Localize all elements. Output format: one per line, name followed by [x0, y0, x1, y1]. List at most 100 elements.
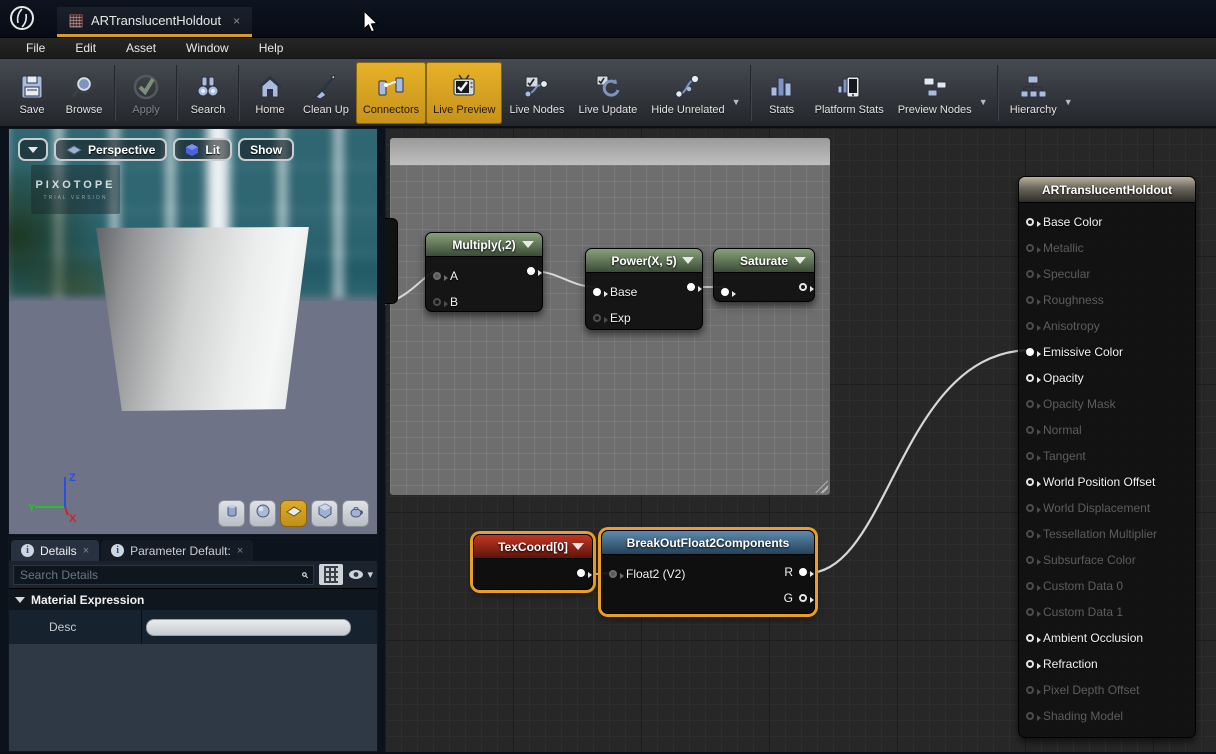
- node-multiply-header[interactable]: Multiply(,2): [426, 233, 542, 257]
- menu-help[interactable]: Help: [245, 39, 298, 57]
- input-pin[interactable]: [1026, 686, 1034, 694]
- input-pin[interactable]: [1026, 374, 1034, 382]
- node-texcoord[interactable]: TexCoord[0]: [473, 534, 593, 590]
- input-pin[interactable]: [1026, 452, 1034, 460]
- asset-tab[interactable]: ARTranslucentHoldout ×: [57, 7, 252, 37]
- node-saturate[interactable]: Saturate: [713, 248, 815, 302]
- input-pin[interactable]: [1026, 712, 1034, 720]
- node-saturate-header[interactable]: Saturate: [714, 249, 814, 273]
- toolbar-button-search[interactable]: Search: [182, 62, 234, 124]
- property-matrix-button[interactable]: [319, 564, 343, 585]
- tab-parameter-defaults-label: Parameter Default:: [130, 544, 231, 558]
- input-pin[interactable]: [1026, 530, 1034, 538]
- output-pin[interactable]: [687, 283, 695, 291]
- toolbar-button-browse[interactable]: Browse: [58, 62, 110, 124]
- toolbar-dropdown-preview-nodes[interactable]: ▼: [979, 79, 993, 107]
- comment-box-header[interactable]: [390, 138, 830, 165]
- output-pin[interactable]: [799, 283, 807, 291]
- toolbar-button-save[interactable]: Save: [6, 62, 58, 124]
- material-expression-section-header[interactable]: Material Expression: [9, 588, 377, 610]
- preview-shape-cylinder-button[interactable]: [218, 500, 245, 527]
- input-pin[interactable]: [1026, 296, 1034, 304]
- menu-window[interactable]: Window: [172, 39, 243, 57]
- output-pin[interactable]: [527, 267, 535, 275]
- input-pin[interactable]: [433, 298, 441, 306]
- preview-shape-plane-button[interactable]: [280, 500, 307, 527]
- tab-close-icon[interactable]: ×: [233, 14, 240, 28]
- toolbar-button-hierarchy[interactable]: Hierarchy: [1003, 62, 1064, 124]
- preview-shape-cube-button[interactable]: [311, 500, 338, 527]
- toolbar-button-live-nodes[interactable]: Live Nodes: [502, 62, 571, 124]
- toolbar-button-platform-stats[interactable]: Platform Stats: [808, 62, 891, 124]
- input-pin[interactable]: [1026, 400, 1034, 408]
- chevron-down-icon[interactable]: [794, 257, 806, 264]
- toolbar-dropdown-hide-unrelated[interactable]: ▼: [732, 79, 746, 107]
- input-pin[interactable]: [1026, 348, 1034, 356]
- preview-shape-sphere-button[interactable]: [249, 500, 276, 527]
- input-pin[interactable]: [1026, 322, 1034, 330]
- input-pin[interactable]: [721, 288, 729, 296]
- output-pin[interactable]: [799, 594, 807, 602]
- tab-parameter-defaults[interactable]: i Parameter Default: ×: [101, 540, 253, 561]
- input-pin[interactable]: [1026, 270, 1034, 278]
- menu-edit[interactable]: Edit: [61, 39, 110, 57]
- input-pin[interactable]: [1026, 244, 1034, 252]
- toolbar-button-clean-up[interactable]: Clean Up: [296, 62, 356, 124]
- toolbar-button-live-update[interactable]: Live Update: [572, 62, 645, 124]
- view-options-button[interactable]: ▾: [348, 568, 373, 581]
- node-breakout-header[interactable]: BreakOutFloat2Components: [602, 531, 814, 555]
- mouse-cursor: [362, 10, 380, 34]
- svg-text:X: X: [69, 513, 77, 525]
- node-multiply[interactable]: Multiply(,2)AB: [425, 232, 543, 312]
- node-power[interactable]: Power(X, 5)BaseExp: [585, 248, 703, 330]
- chevron-down-icon[interactable]: [682, 257, 694, 264]
- material-node-header[interactable]: ARTranslucentHoldout: [1019, 177, 1195, 203]
- offscreen-node[interactable]: [385, 218, 398, 304]
- toolbar-button-connectors[interactable]: Connectors: [356, 62, 426, 124]
- node-breakout[interactable]: BreakOutFloat2ComponentsFloat2 (V2)RG: [601, 530, 815, 614]
- preview-shape-teapot-button[interactable]: [342, 500, 369, 527]
- toolbar-button-apply[interactable]: Apply: [120, 62, 172, 124]
- input-pin[interactable]: [1026, 426, 1034, 434]
- chevron-down-icon[interactable]: [572, 543, 584, 550]
- node-power-header[interactable]: Power(X, 5): [586, 249, 702, 273]
- input-pin[interactable]: [1026, 478, 1034, 486]
- node-material-result[interactable]: ARTranslucentHoldoutBase ColorMetallicSp…: [1018, 176, 1196, 738]
- tab-details[interactable]: i Details ×: [11, 540, 99, 561]
- perspective-label: Perspective: [88, 143, 155, 157]
- input-pin[interactable]: [433, 272, 441, 280]
- input-pin[interactable]: [1026, 608, 1034, 616]
- material-graph-canvas[interactable]: Multiply(,2)ABPower(X, 5)BaseExpSaturate…: [385, 128, 1216, 752]
- input-pin[interactable]: [1026, 556, 1034, 564]
- preview-viewport[interactable]: Perspective Lit Show PIXOTOPE: [8, 128, 378, 535]
- show-button[interactable]: Show: [238, 138, 294, 161]
- input-pin[interactable]: [609, 570, 617, 578]
- toolbar-button-home[interactable]: Home: [244, 62, 296, 124]
- input-pin[interactable]: [593, 288, 601, 296]
- desc-input[interactable]: [146, 619, 351, 636]
- input-pin[interactable]: [1026, 660, 1034, 668]
- lit-button[interactable]: Lit: [173, 138, 232, 161]
- output-pin[interactable]: [799, 568, 807, 576]
- toolbar-button-stats[interactable]: Stats: [756, 62, 808, 124]
- input-pin[interactable]: [1026, 504, 1034, 512]
- toolbar-button-hide-unrelated[interactable]: Hide Unrelated: [644, 62, 731, 124]
- node-texcoord-header[interactable]: TexCoord[0]: [474, 535, 592, 559]
- viewport-options-button[interactable]: [18, 138, 48, 161]
- menu-asset[interactable]: Asset: [112, 39, 170, 57]
- toolbar-button-live-preview[interactable]: Live Preview: [426, 62, 502, 124]
- input-pin[interactable]: [1026, 218, 1034, 226]
- menu-file[interactable]: File: [12, 39, 59, 57]
- input-pin[interactable]: [593, 314, 601, 322]
- toolbar-dropdown-hierarchy[interactable]: ▼: [1064, 79, 1078, 107]
- node-multiply-input-row: A: [426, 263, 542, 289]
- toolbar-button-preview-nodes[interactable]: Preview Nodes: [891, 62, 979, 124]
- tab-close-icon[interactable]: ×: [83, 545, 89, 557]
- tab-close-icon[interactable]: ×: [237, 545, 243, 557]
- perspective-button[interactable]: Perspective: [54, 138, 167, 161]
- input-pin[interactable]: [1026, 634, 1034, 642]
- chevron-down-icon[interactable]: [522, 241, 534, 248]
- output-pin[interactable]: [577, 569, 585, 577]
- input-pin[interactable]: [1026, 582, 1034, 590]
- search-details-input[interactable]: [20, 568, 301, 582]
